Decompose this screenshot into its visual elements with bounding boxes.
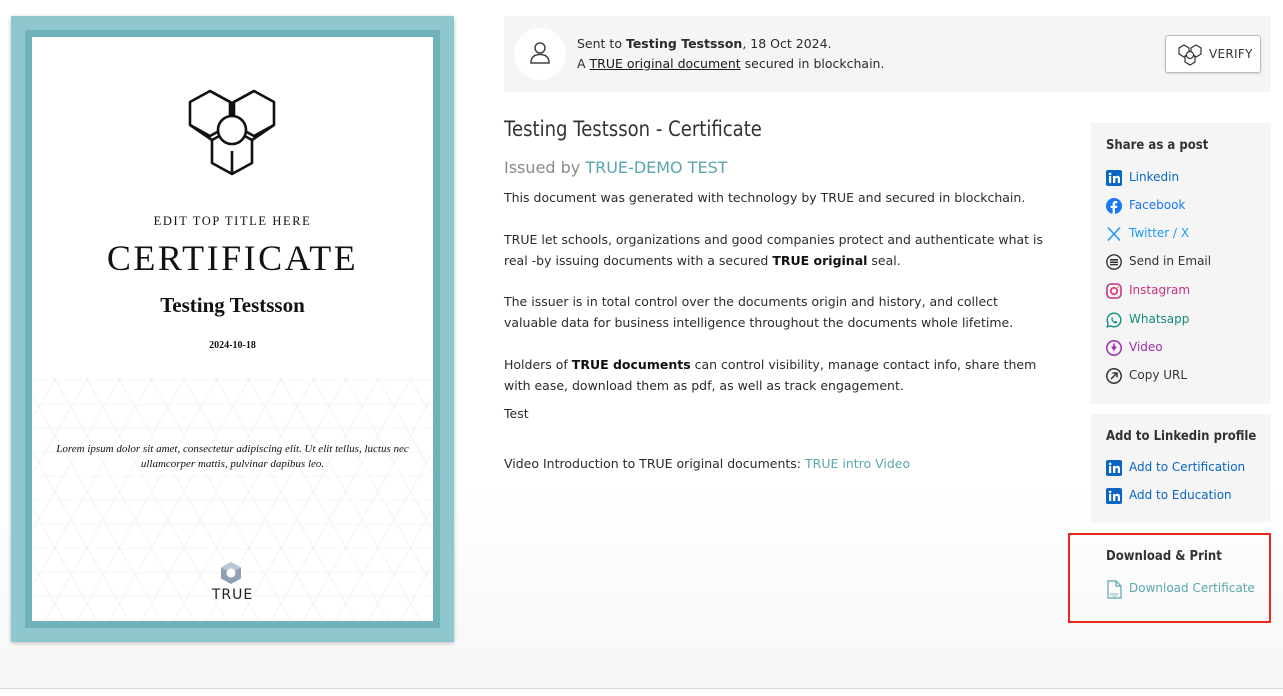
- paragraph-issuer-control: The issuer is in total control over the …: [504, 294, 1014, 330]
- share-video-label: Video: [1129, 340, 1163, 354]
- paragraph-test: Test: [504, 406, 529, 421]
- add-to-certification-label: Add to Certification: [1129, 460, 1246, 474]
- share-video[interactable]: Video: [1106, 339, 1266, 359]
- instagram-icon: [1106, 283, 1122, 299]
- sent-to-text: Sent to Testing Testsson, 18 Oct 2024.: [577, 36, 832, 51]
- verify-shield-icon: [1178, 44, 1202, 66]
- true-brand-mark-icon: [221, 562, 241, 584]
- share-linkedin-label: Linkedin: [1129, 170, 1180, 184]
- user-icon: [530, 42, 550, 64]
- share-instagram-label: Instagram: [1129, 283, 1191, 297]
- certificate-recipient: Testing Testsson: [160, 293, 305, 317]
- certificate-date: 2024-10-18: [209, 340, 256, 351]
- video-prefix: Video Introduction to TRUE original docu…: [504, 456, 805, 471]
- sent-recipient-name: Testing Testsson: [625, 36, 743, 51]
- share-copy-url-label: Copy URL: [1129, 368, 1188, 382]
- paragraph-generated: This document was generated with technol…: [504, 190, 1026, 205]
- certificate-preview[interactable]: EDIT TOP TITLE HERE CERTIFICATE Testing …: [11, 16, 454, 642]
- add-to-education[interactable]: Add to Education: [1106, 487, 1266, 507]
- verify-button[interactable]: VERIFY: [1165, 35, 1261, 73]
- certificate-title: CERTIFICATE: [106, 238, 359, 278]
- linkedin-profile-panel: Add to Linkedin profile Add to Certifica…: [1091, 414, 1271, 522]
- share-instagram[interactable]: Instagram: [1106, 282, 1266, 302]
- share-facebook[interactable]: Facebook: [1106, 197, 1266, 217]
- sent-date: , 18 Oct 2024.: [742, 36, 832, 51]
- document-title: Testing Testsson - Certificate: [504, 117, 762, 141]
- p2-bold: TRUE original: [772, 253, 868, 268]
- video-introduction: Video Introduction to TRUE original docu…: [504, 453, 1049, 474]
- avatar: [514, 28, 566, 80]
- issuer-link[interactable]: TRUE-DEMO TEST: [585, 158, 727, 177]
- linkedin-profile-title: Add to Linkedin profile: [1106, 429, 1257, 444]
- issued-by: Issued by TRUE-DEMO TEST: [504, 158, 728, 177]
- facebook-icon: [1106, 198, 1122, 214]
- issued-prefix: Issued by: [504, 158, 586, 177]
- linkedin-icon: [1106, 488, 1122, 504]
- sent-secured-text: A TRUE original document secured in bloc…: [577, 56, 884, 71]
- share-email[interactable]: Send in Email: [1106, 253, 1266, 273]
- highlight-box: [1068, 533, 1271, 623]
- share-linkedin[interactable]: Linkedin: [1106, 169, 1266, 189]
- certificate-frame: EDIT TOP TITLE HERE CERTIFICATE Testing …: [25, 30, 440, 628]
- share-panel-title: Share as a post: [1106, 138, 1209, 153]
- linkedin-icon: [1106, 460, 1122, 476]
- share-facebook-label: Facebook: [1129, 198, 1186, 212]
- certificate-top-title: EDIT TOP TITLE HERE: [153, 214, 312, 228]
- copy-url-icon: [1106, 368, 1122, 384]
- bottom-divider: [0, 688, 1283, 689]
- share-twitter[interactable]: Twitter / X: [1106, 225, 1266, 245]
- paragraph-holders: Holders of TRUE documents can control vi…: [504, 354, 1049, 396]
- sent-info-box: Sent to Testing Testsson, 18 Oct 2024. A…: [504, 16, 1271, 92]
- share-whatsapp-label: Whatsapp: [1129, 312, 1190, 326]
- secured-prefix: A: [577, 56, 590, 71]
- add-to-certification[interactable]: Add to Certification: [1106, 459, 1266, 479]
- certificate-brand-text: TRUE: [211, 587, 254, 603]
- video-download-icon: [1106, 340, 1122, 356]
- p4-text: Holders of: [504, 357, 572, 372]
- sent-prefix: Sent to: [577, 36, 626, 51]
- add-to-education-label: Add to Education: [1129, 488, 1232, 502]
- share-whatsapp[interactable]: Whatsapp: [1106, 311, 1266, 331]
- certificate-body-text: Lorem ipsum dolor sit amet, consectetur …: [56, 443, 409, 470]
- secured-suffix: secured in blockchain.: [740, 56, 885, 71]
- share-panel: Share as a post Linkedin Facebook Twitte…: [1091, 123, 1271, 404]
- p4-bold: TRUE documents: [571, 357, 691, 372]
- share-email-label: Send in Email: [1129, 254, 1212, 268]
- paragraph-protect: TRUE let schools, organizations and good…: [504, 229, 1049, 271]
- intro-video-link[interactable]: TRUE intro Video: [805, 456, 910, 471]
- true-original-document-link[interactable]: TRUE original document: [590, 56, 741, 71]
- share-twitter-label: Twitter / X: [1129, 226, 1190, 240]
- verify-label: VERIFY: [1209, 47, 1253, 61]
- whatsapp-icon: [1106, 312, 1122, 328]
- true-logo-icon: [188, 89, 276, 176]
- share-copy-url[interactable]: Copy URL: [1106, 367, 1266, 387]
- email-icon: [1106, 254, 1122, 270]
- certificate-page: EDIT TOP TITLE HERE CERTIFICATE Testing …: [32, 37, 433, 621]
- p2-end: seal.: [867, 253, 901, 268]
- linkedin-icon: [1106, 170, 1122, 186]
- x-twitter-icon: [1107, 226, 1121, 242]
